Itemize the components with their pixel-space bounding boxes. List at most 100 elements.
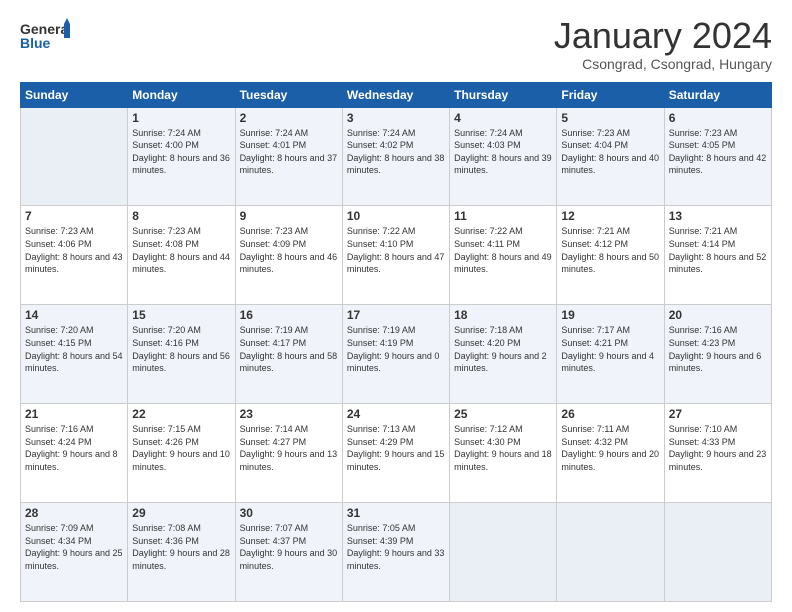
day-info: Sunrise: 7:24 AMSunset: 4:03 PMDaylight:… [454, 127, 552, 177]
calendar-day-cell: 23 Sunrise: 7:14 AMSunset: 4:27 PMDayligh… [235, 404, 342, 503]
calendar-day-cell: 31Sunrise: 7:05 AMSunset: 4:39 PMDayligh… [342, 503, 449, 602]
calendar-table: SundayMondayTuesdayWednesdayThursdayFrid… [20, 82, 772, 602]
calendar-day-cell: 11 Sunrise: 7:22 AMSunset: 4:11 PMDayligh… [450, 206, 557, 305]
svg-text:Blue: Blue [20, 35, 51, 51]
day-number: 19 [561, 308, 659, 322]
location-title: Csongrad, Csongrad, Hungary [554, 56, 772, 72]
day-info: Sunrise: 7:24 AMSunset: 4:01 PMDaylight:… [240, 127, 338, 177]
calendar-day-cell: 27 Sunrise: 7:10 AMSunset: 4:33 PMDayligh… [664, 404, 771, 503]
day-info: Sunrise: 7:20 AMSunset: 4:15 PMDaylight:… [25, 324, 123, 374]
day-number: 16 [240, 308, 338, 322]
day-number: 5 [561, 111, 659, 125]
calendar-week-row: 28Sunrise: 7:09 AMSunset: 4:34 PMDayligh… [21, 503, 772, 602]
day-number: 17 [347, 308, 445, 322]
day-number: 18 [454, 308, 552, 322]
day-info: Sunrise: 7:24 AMSunset: 4:00 PMDaylight:… [132, 127, 230, 177]
logo: General Blue [20, 16, 70, 61]
day-info: Sunrise: 7:22 AMSunset: 4:11 PMDaylight:… [454, 225, 552, 275]
calendar-day-cell: 2 Sunrise: 7:24 AMSunset: 4:01 PMDaylight… [235, 107, 342, 206]
day-number: 31 [347, 506, 445, 520]
calendar-day-cell: 15Sunrise: 7:20 AMSunset: 4:16 PMDayligh… [128, 305, 235, 404]
day-number: 6 [669, 111, 767, 125]
day-info: Sunrise: 7:20 AMSunset: 4:16 PMDaylight:… [132, 324, 230, 374]
day-number: 9 [240, 209, 338, 223]
calendar-day-cell: 4 Sunrise: 7:24 AMSunset: 4:03 PMDaylight… [450, 107, 557, 206]
day-number: 22 [132, 407, 230, 421]
day-info: Sunrise: 7:11 AMSunset: 4:32 PMDaylight:… [561, 423, 659, 473]
day-number: 13 [669, 209, 767, 223]
day-number: 26 [561, 407, 659, 421]
day-info: Sunrise: 7:22 AMSunset: 4:10 PMDaylight:… [347, 225, 445, 275]
day-info: Sunrise: 7:18 AMSunset: 4:20 PMDaylight:… [454, 324, 552, 374]
calendar-day-cell: 8 Sunrise: 7:23 AMSunset: 4:08 PMDaylight… [128, 206, 235, 305]
day-info: Sunrise: 7:16 AMSunset: 4:24 PMDaylight:… [25, 423, 123, 473]
day-number: 30 [240, 506, 338, 520]
day-info: Sunrise: 7:10 AMSunset: 4:33 PMDaylight:… [669, 423, 767, 473]
day-number: 20 [669, 308, 767, 322]
title-block: January 2024 Csongrad, Csongrad, Hungary [554, 16, 772, 72]
calendar-day-cell: 14 Sunrise: 7:20 AMSunset: 4:15 PMDayligh… [21, 305, 128, 404]
calendar-day-cell [21, 107, 128, 206]
day-number: 14 [25, 308, 123, 322]
day-info: Sunrise: 7:19 AMSunset: 4:17 PMDaylight:… [240, 324, 338, 374]
calendar-day-cell: 26 Sunrise: 7:11 AMSunset: 4:32 PMDayligh… [557, 404, 664, 503]
day-info: Sunrise: 7:23 AMSunset: 4:09 PMDaylight:… [240, 225, 338, 275]
day-number: 11 [454, 209, 552, 223]
calendar-header-row: SundayMondayTuesdayWednesdayThursdayFrid… [21, 82, 772, 107]
day-header-thursday: Thursday [450, 82, 557, 107]
day-number: 27 [669, 407, 767, 421]
day-info: Sunrise: 7:23 AMSunset: 4:04 PMDaylight:… [561, 127, 659, 177]
day-number: 7 [25, 209, 123, 223]
day-number: 3 [347, 111, 445, 125]
day-number: 2 [240, 111, 338, 125]
day-number: 21 [25, 407, 123, 421]
calendar-day-cell: 28Sunrise: 7:09 AMSunset: 4:34 PMDayligh… [21, 503, 128, 602]
day-number: 4 [454, 111, 552, 125]
day-header-sunday: Sunday [21, 82, 128, 107]
calendar-day-cell: 10 Sunrise: 7:22 AMSunset: 4:10 PMDayligh… [342, 206, 449, 305]
calendar-day-cell [557, 503, 664, 602]
calendar-day-cell [664, 503, 771, 602]
calendar-day-cell: 9 Sunrise: 7:23 AMSunset: 4:09 PMDaylight… [235, 206, 342, 305]
day-info: Sunrise: 7:07 AMSunset: 4:37 PMDaylight:… [240, 522, 338, 572]
day-header-friday: Friday [557, 82, 664, 107]
month-title: January 2024 [554, 16, 772, 56]
calendar-day-cell: 20Sunrise: 7:16 AMSunset: 4:23 PMDayligh… [664, 305, 771, 404]
calendar-day-cell: 22Sunrise: 7:15 AMSunset: 4:26 PMDayligh… [128, 404, 235, 503]
day-info: Sunrise: 7:17 AMSunset: 4:21 PMDaylight:… [561, 324, 659, 374]
day-header-tuesday: Tuesday [235, 82, 342, 107]
day-number: 23 [240, 407, 338, 421]
calendar-day-cell: 5 Sunrise: 7:23 AMSunset: 4:04 PMDaylight… [557, 107, 664, 206]
day-info: Sunrise: 7:12 AMSunset: 4:30 PMDaylight:… [454, 423, 552, 473]
day-info: Sunrise: 7:09 AMSunset: 4:34 PMDaylight:… [25, 522, 123, 572]
calendar-day-cell: 16 Sunrise: 7:19 AMSunset: 4:17 PMDayligh… [235, 305, 342, 404]
day-number: 1 [132, 111, 230, 125]
calendar-day-cell: 6 Sunrise: 7:23 AMSunset: 4:05 PMDaylight… [664, 107, 771, 206]
day-info: Sunrise: 7:21 AMSunset: 4:14 PMDaylight:… [669, 225, 767, 275]
day-number: 8 [132, 209, 230, 223]
day-header-monday: Monday [128, 82, 235, 107]
day-info: Sunrise: 7:21 AMSunset: 4:12 PMDaylight:… [561, 225, 659, 275]
calendar-day-cell: 13 Sunrise: 7:21 AMSunset: 4:14 PMDayligh… [664, 206, 771, 305]
day-info: Sunrise: 7:23 AMSunset: 4:08 PMDaylight:… [132, 225, 230, 275]
day-header-saturday: Saturday [664, 82, 771, 107]
calendar-day-cell: 1 Sunrise: 7:24 AMSunset: 4:00 PMDaylight… [128, 107, 235, 206]
calendar-day-cell: 17Sunrise: 7:19 AMSunset: 4:19 PMDayligh… [342, 305, 449, 404]
calendar-day-cell: 12Sunrise: 7:21 AMSunset: 4:12 PMDayligh… [557, 206, 664, 305]
day-number: 29 [132, 506, 230, 520]
page: General Blue January 2024 Csongrad, Cson… [0, 0, 792, 612]
day-number: 10 [347, 209, 445, 223]
day-info: Sunrise: 7:24 AMSunset: 4:02 PMDaylight:… [347, 127, 445, 177]
day-info: Sunrise: 7:14 AMSunset: 4:27 PMDaylight:… [240, 423, 338, 473]
logo-icon: General Blue [20, 16, 70, 56]
day-header-wednesday: Wednesday [342, 82, 449, 107]
calendar-day-cell: 19 Sunrise: 7:17 AMSunset: 4:21 PMDayligh… [557, 305, 664, 404]
calendar-week-row: 14 Sunrise: 7:20 AMSunset: 4:15 PMDayligh… [21, 305, 772, 404]
calendar-week-row: 1 Sunrise: 7:24 AMSunset: 4:00 PMDaylight… [21, 107, 772, 206]
calendar-day-cell [450, 503, 557, 602]
day-number: 25 [454, 407, 552, 421]
calendar-week-row: 21 Sunrise: 7:16 AMSunset: 4:24 PMDayligh… [21, 404, 772, 503]
day-info: Sunrise: 7:23 AMSunset: 4:05 PMDaylight:… [669, 127, 767, 177]
calendar-week-row: 7Sunrise: 7:23 AMSunset: 4:06 PMDaylight… [21, 206, 772, 305]
day-info: Sunrise: 7:08 AMSunset: 4:36 PMDaylight:… [132, 522, 230, 572]
